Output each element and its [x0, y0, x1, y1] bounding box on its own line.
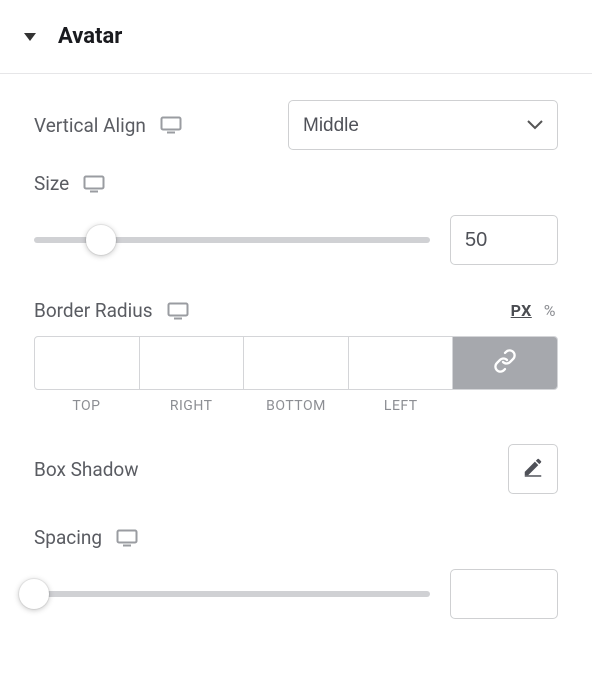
label-box-shadow: Box Shadow	[34, 458, 139, 481]
br-label-left: LEFT	[348, 398, 453, 414]
link-icon	[493, 349, 517, 377]
border-radius-left-input[interactable]	[349, 337, 453, 389]
unit-px[interactable]: PX	[509, 299, 534, 322]
size-input[interactable]	[450, 215, 558, 265]
desktop-icon[interactable]	[116, 529, 138, 547]
border-radius-inputs	[34, 336, 558, 390]
desktop-icon[interactable]	[83, 175, 105, 193]
label-vertical-align: Vertical Align	[34, 114, 146, 137]
caret-down-icon	[24, 33, 36, 41]
row-box-shadow: Box Shadow	[34, 444, 558, 494]
row-vertical-align: Vertical Align TopMiddleBottom	[34, 100, 558, 150]
label-spacing: Spacing	[34, 526, 102, 549]
spacing-slider[interactable]	[34, 579, 430, 609]
size-slider-thumb[interactable]	[86, 225, 116, 255]
link-values-toggle[interactable]	[453, 337, 557, 389]
label-border-radius: Border Radius	[34, 299, 153, 322]
spacing-slider-thumb[interactable]	[19, 579, 49, 609]
border-radius-right-input[interactable]	[140, 337, 244, 389]
unit-switcher: PX %	[509, 299, 558, 322]
unit-percent[interactable]: %	[542, 299, 558, 322]
size-slider[interactable]	[34, 225, 430, 255]
br-label-top: TOP	[34, 398, 139, 414]
row-border-radius: Border Radius PX %	[34, 299, 558, 414]
row-spacing: Spacing	[34, 526, 558, 619]
br-label-bottom: BOTTOM	[244, 398, 349, 414]
section-title: Avatar	[58, 24, 122, 49]
border-radius-bottom-input[interactable]	[244, 337, 348, 389]
desktop-icon[interactable]	[160, 116, 182, 134]
label-size: Size	[34, 172, 69, 195]
section-header-avatar[interactable]: Avatar	[0, 12, 592, 74]
box-shadow-edit-button[interactable]	[508, 444, 558, 494]
desktop-icon[interactable]	[167, 302, 189, 320]
spacing-input[interactable]	[450, 569, 558, 619]
pencil-icon	[522, 456, 544, 482]
vertical-align-select[interactable]: TopMiddleBottom	[288, 100, 558, 150]
br-label-right: RIGHT	[139, 398, 244, 414]
row-size: Size	[34, 172, 558, 265]
border-radius-top-input[interactable]	[35, 337, 139, 389]
